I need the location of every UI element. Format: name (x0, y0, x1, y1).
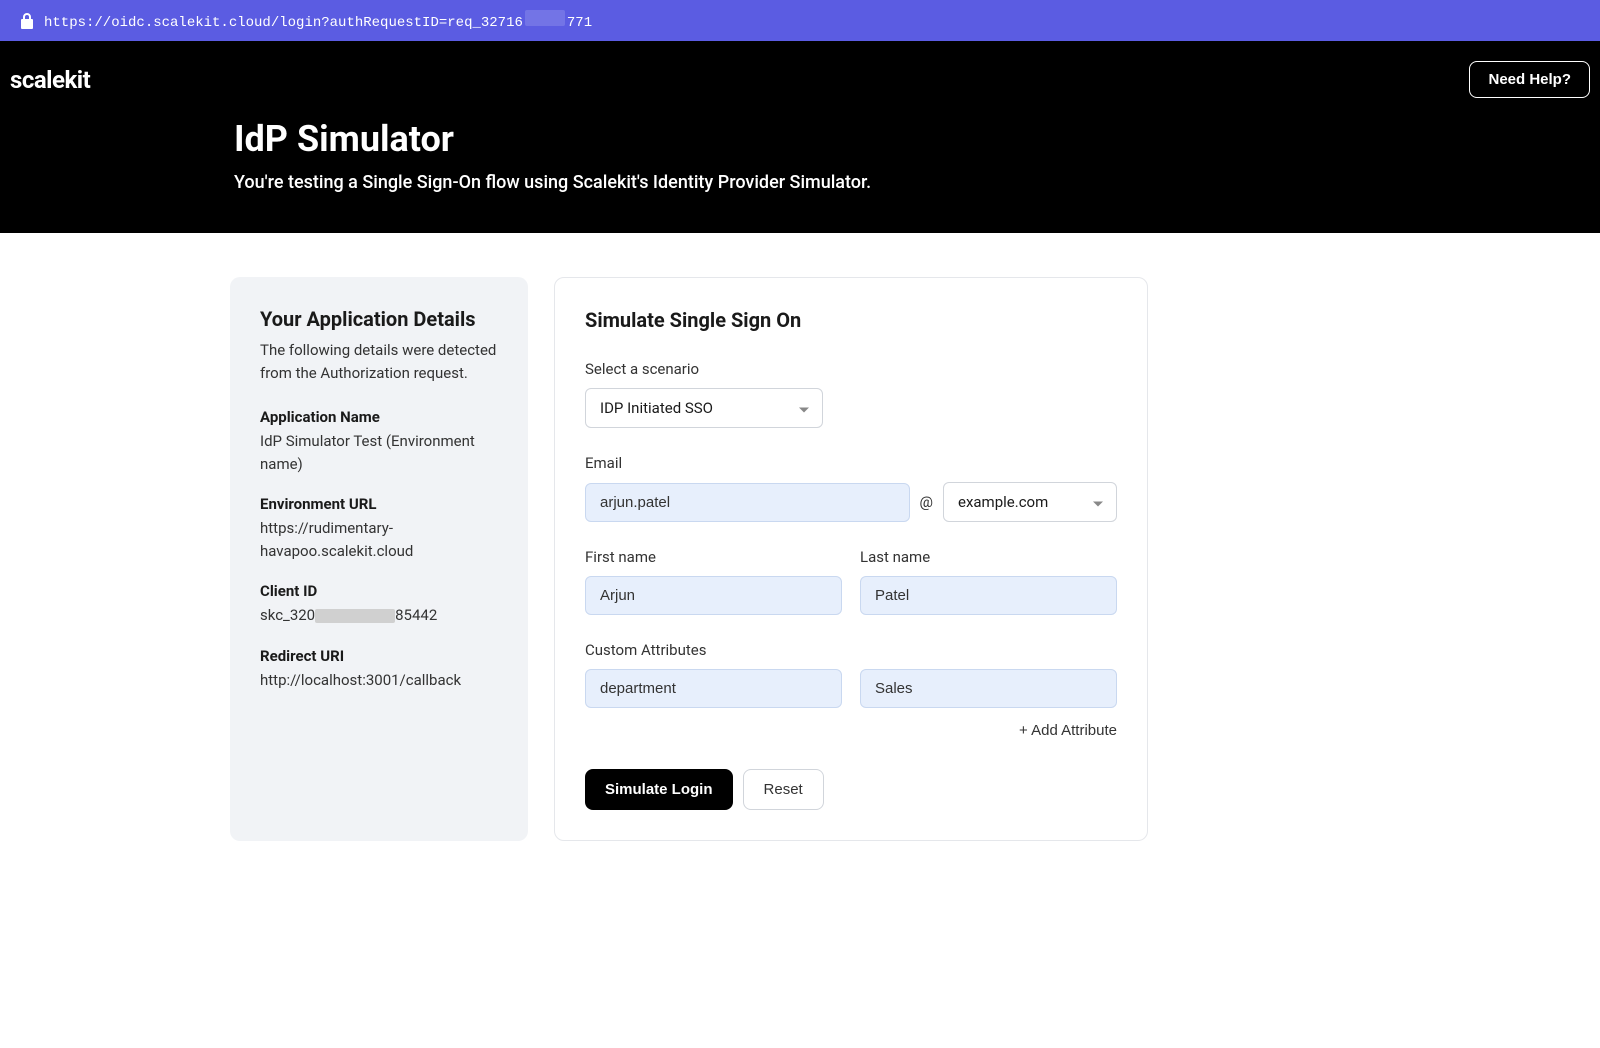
detail-value-env-url: https://rudimentary-havapoo.scalekit.clo… (260, 517, 498, 562)
first-name-input[interactable] (585, 576, 842, 615)
sidebar-description: The following details were detected from… (260, 339, 498, 384)
email-local-input[interactable] (585, 483, 910, 522)
name-group: First name Last name (585, 548, 1117, 615)
scenario-group: Select a scenario IDP Initiated SSO (585, 360, 1117, 428)
lock-icon (20, 13, 34, 29)
client-id-prefix: skc_320 (260, 606, 315, 624)
sidebar-title: Your Application Details (260, 307, 498, 331)
at-sign: @ (920, 493, 933, 511)
detail-env-url: Environment URL https://rudimentary-hava… (260, 495, 498, 562)
detail-label-env-url: Environment URL (260, 495, 498, 513)
last-name-input[interactable] (860, 576, 1117, 615)
header: scalekit Need Help? IdP Simulator You're… (0, 41, 1600, 233)
detail-client-id: Client ID skc_320 85442 (260, 582, 498, 627)
scenario-select[interactable]: IDP Initiated SSO (585, 388, 823, 428)
app-details-panel: Your Application Details The following d… (230, 277, 528, 841)
simulate-sso-panel: Simulate Single Sign On Select a scenari… (554, 277, 1148, 841)
main-content: Your Application Details The following d… (230, 233, 1370, 881)
scenario-label: Select a scenario (585, 360, 1117, 378)
attribute-key-input[interactable] (585, 669, 842, 708)
form-title: Simulate Single Sign On (585, 308, 1117, 332)
url-text: https://oidc.scalekit.cloud/login?authRe… (44, 10, 592, 31)
client-id-redacted (315, 609, 395, 623)
url-suffix: 771 (567, 15, 592, 31)
help-button[interactable]: Need Help? (1469, 61, 1590, 98)
custom-attributes-label: Custom Attributes (585, 641, 1117, 659)
email-domain-wrap: example.com (943, 482, 1117, 522)
scenario-select-wrap: IDP Initiated SSO (585, 388, 823, 428)
page-subtitle: You're testing a Single Sign-On flow usi… (234, 172, 1600, 193)
logo: scalekit (10, 66, 90, 94)
url-prefix: https://oidc.scalekit.cloud/login?authRe… (44, 15, 523, 31)
email-label: Email (585, 454, 1117, 472)
detail-label-client-id: Client ID (260, 582, 498, 600)
detail-value-client-id: skc_320 85442 (260, 604, 498, 627)
last-name-label: Last name (860, 548, 1117, 566)
page-title: IdP Simulator (234, 118, 1600, 160)
form-actions: Simulate Login Reset (585, 769, 1117, 810)
add-attribute-button[interactable]: + Add Attribute (1019, 722, 1117, 739)
detail-value-app-name: IdP Simulator Test (Environment name) (260, 430, 498, 475)
simulate-login-button[interactable]: Simulate Login (585, 769, 733, 810)
email-domain-select[interactable]: example.com (943, 482, 1117, 522)
email-group: Email @ example.com (585, 454, 1117, 522)
detail-label-redirect-uri: Redirect URI (260, 647, 498, 665)
first-name-label: First name (585, 548, 842, 566)
url-bar: https://oidc.scalekit.cloud/login?authRe… (0, 0, 1600, 41)
url-redacted (525, 10, 565, 26)
detail-redirect-uri: Redirect URI http://localhost:3001/callb… (260, 647, 498, 692)
reset-button[interactable]: Reset (743, 769, 824, 810)
detail-value-redirect-uri: http://localhost:3001/callback (260, 669, 498, 692)
attribute-value-input[interactable] (860, 669, 1117, 708)
detail-app-name: Application Name IdP Simulator Test (Env… (260, 408, 498, 475)
client-id-suffix: 85442 (395, 606, 437, 624)
custom-attributes-group: Custom Attributes + Add Attribute (585, 641, 1117, 739)
detail-label-app-name: Application Name (260, 408, 498, 426)
